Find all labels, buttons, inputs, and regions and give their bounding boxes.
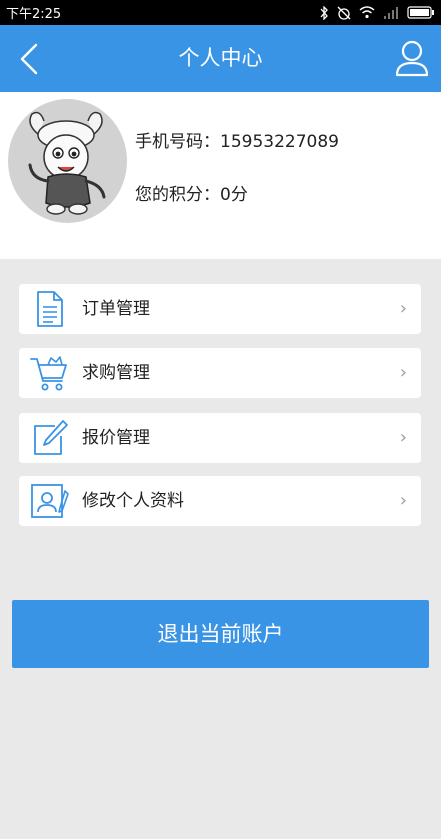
status-bar: 下午2:25 — [0, 0, 441, 25]
menu-item-edit-profile[interactable]: 修改个人资料 › — [19, 476, 421, 526]
profile-panel: 手机号码：15953227089 您的积分：0分 — [0, 92, 441, 259]
menu-item-quote-management[interactable]: 报价管理 › — [19, 413, 421, 463]
points-balance: 您的积分：0分 — [135, 185, 248, 205]
user-icon[interactable] — [394, 38, 430, 78]
menu-item-purchase-management[interactable]: 求购管理 › — [19, 348, 421, 398]
alarm-off-icon — [337, 6, 351, 20]
menu-item-order-management[interactable]: 订单管理 › — [19, 284, 421, 334]
status-time: 下午2:25 — [6, 7, 62, 22]
bluetooth-icon — [320, 5, 328, 20]
signal-icon — [384, 6, 398, 19]
document-icon — [37, 291, 63, 327]
battery-icon — [407, 6, 434, 19]
edit-icon — [34, 420, 68, 455]
logout-button[interactable]: 退出当前账户 — [12, 600, 429, 668]
navigation-bar: 个人中心 — [0, 25, 441, 92]
chevron-right-icon: › — [399, 490, 407, 511]
phone-number: 手机号码：15953227089 — [135, 132, 339, 152]
menu-item-label: 修改个人资料 — [82, 491, 184, 511]
chevron-right-icon: › — [399, 427, 407, 448]
profile-card-icon — [31, 484, 69, 518]
menu-item-label: 求购管理 — [82, 363, 150, 383]
page-title: 个人中心 — [178, 46, 263, 70]
system-icons — [319, 5, 435, 20]
wifi-icon — [359, 6, 375, 19]
shopping-cart-icon — [30, 356, 67, 391]
menu-item-label: 报价管理 — [82, 428, 150, 448]
sheep-mascot-icon — [28, 111, 106, 215]
avatar — [8, 99, 127, 223]
chevron-right-icon: › — [399, 298, 407, 319]
menu-item-label: 订单管理 — [82, 299, 150, 319]
chevron-right-icon: › — [399, 362, 407, 383]
